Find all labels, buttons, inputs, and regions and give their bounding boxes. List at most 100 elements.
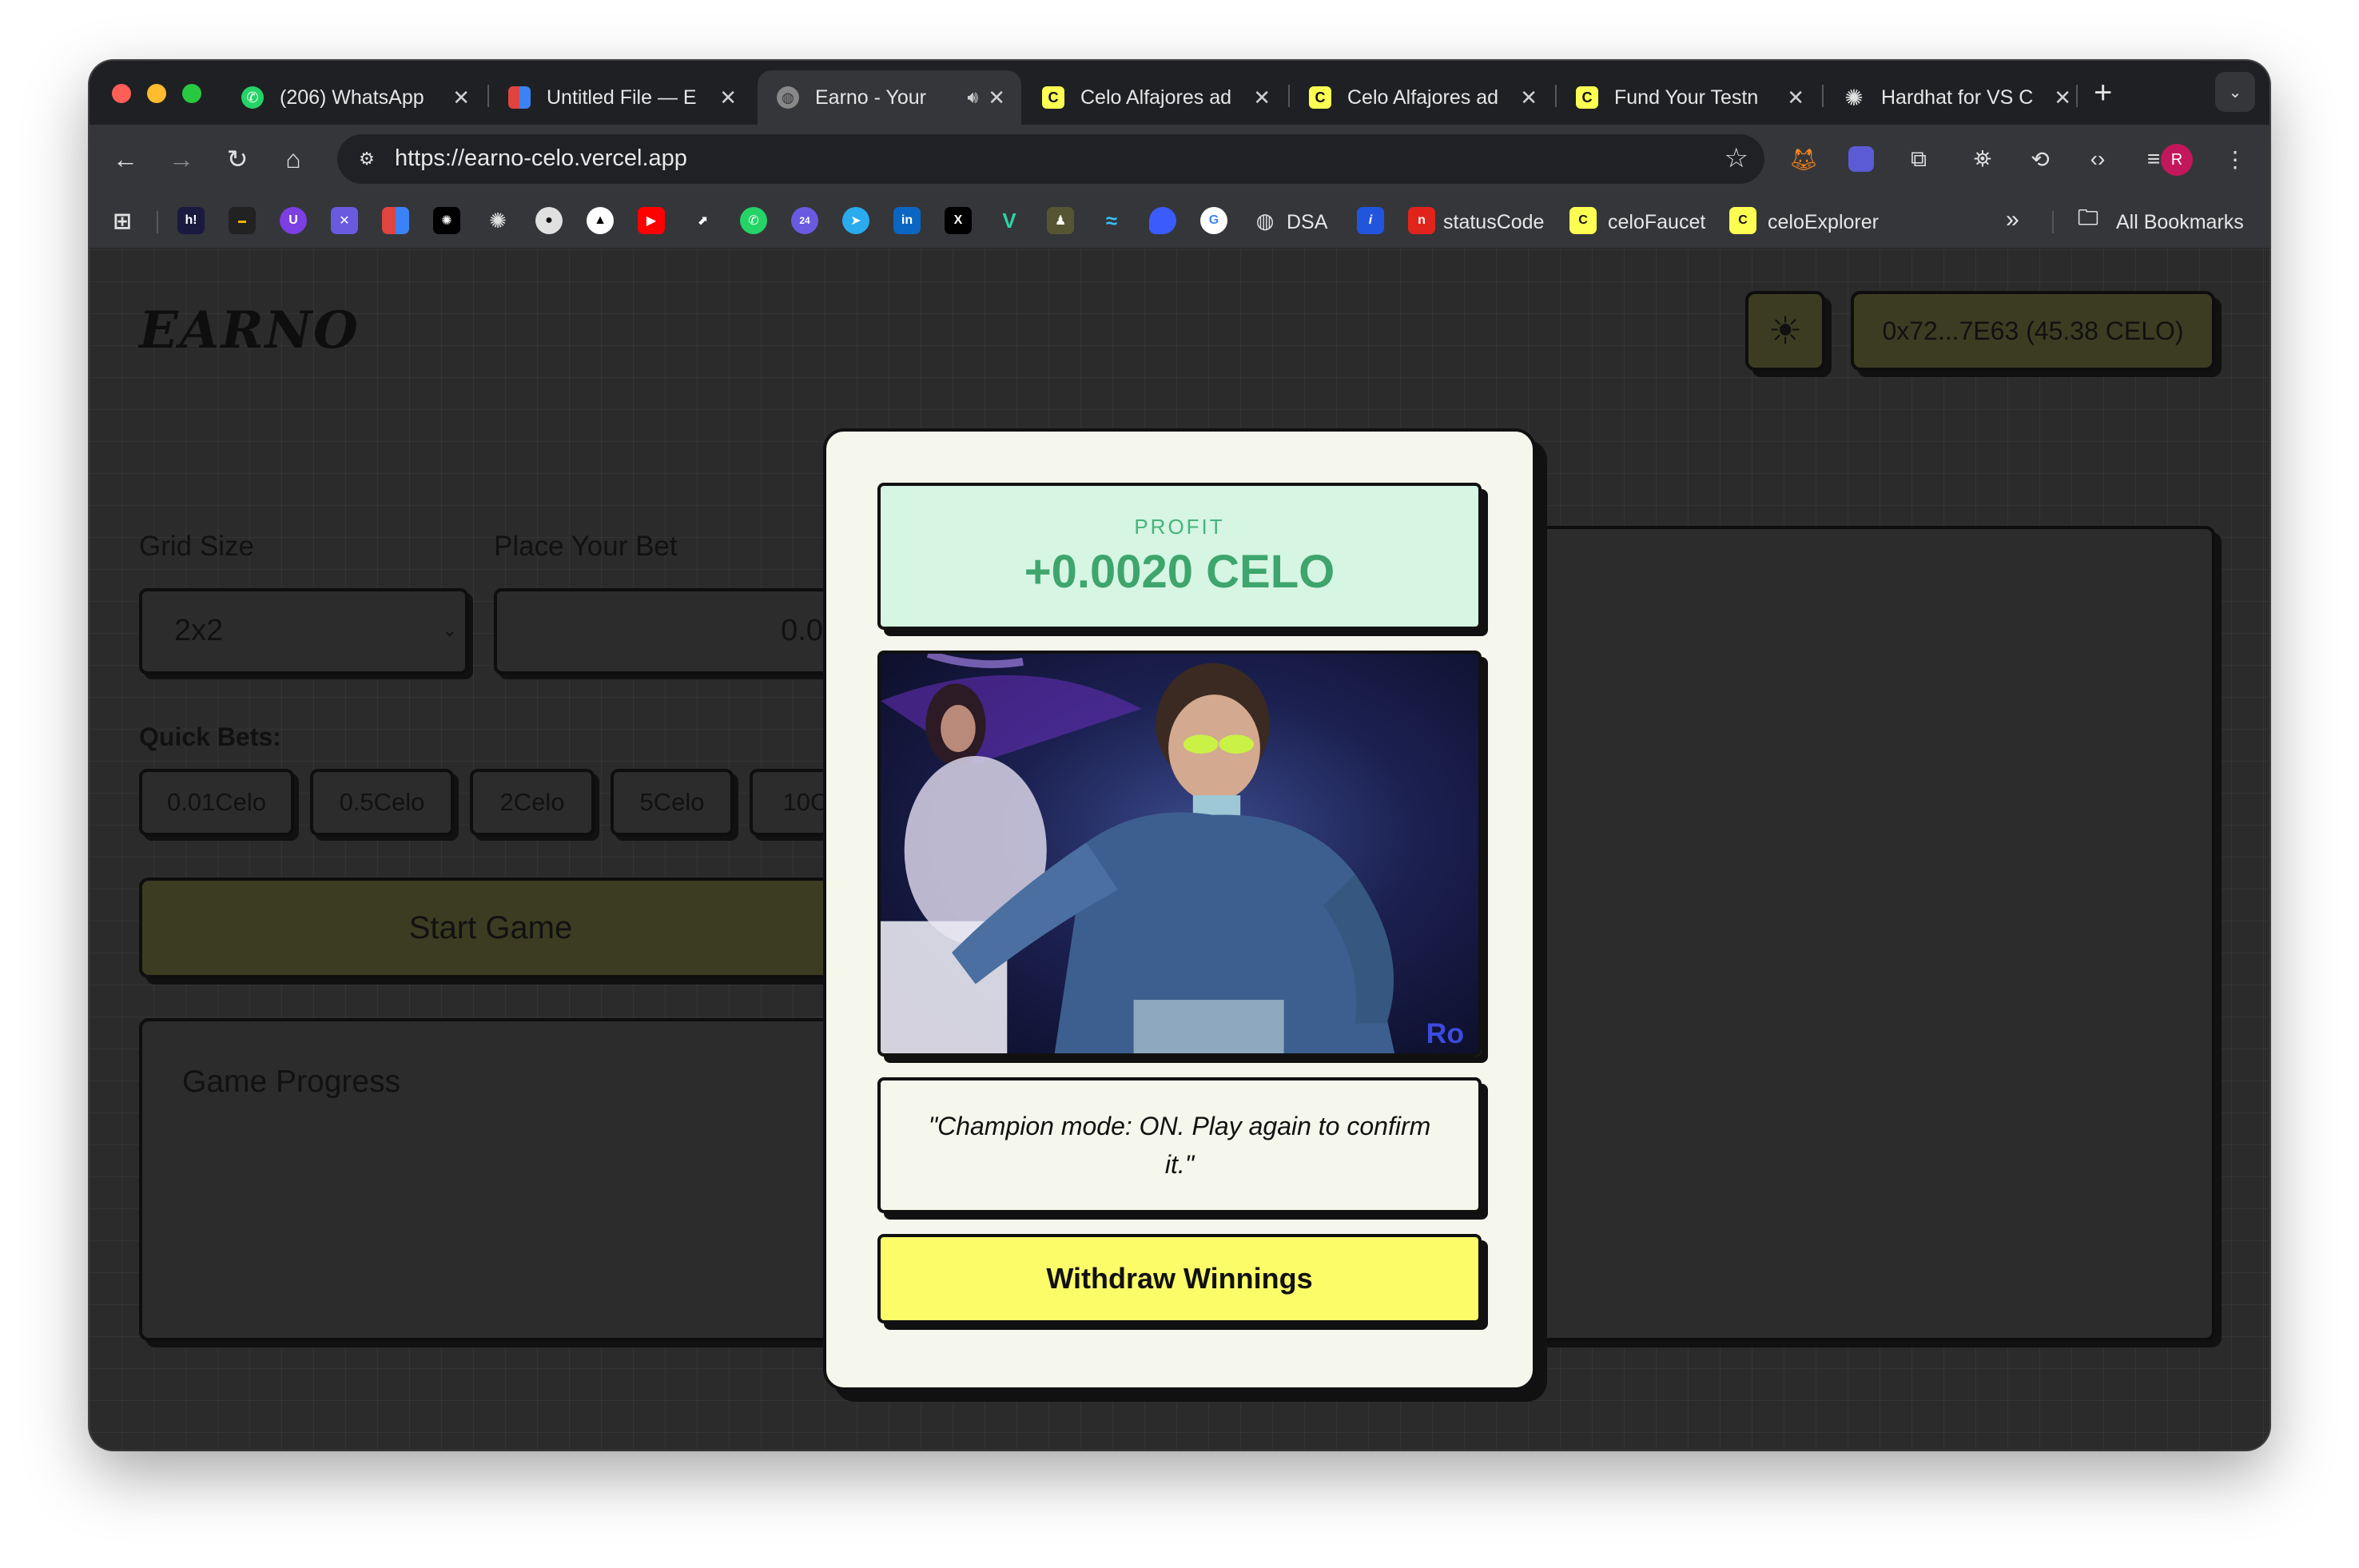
bookmark-star-icon[interactable]: ☆ — [1724, 142, 1748, 174]
withdraw-winnings-button[interactable]: Withdraw Winnings — [877, 1234, 1482, 1323]
puzzle-extensions-icon[interactable]: ⧉ — [1902, 142, 1935, 176]
close-tab-icon[interactable]: ✕ — [1787, 86, 1804, 110]
close-tab-icon[interactable]: ✕ — [2054, 86, 2071, 110]
vue-icon[interactable]: V — [996, 207, 1023, 234]
bookmarks-bar: ⊞ h! ▬ U ✕ ✺ ✺ ● ▲ ▶ ⬈ ✆ 24 ➤ in X V ♟ ≈… — [90, 193, 2269, 249]
close-tab-icon[interactable]: ✕ — [1253, 86, 1271, 110]
bookmark-icon[interactable]: ⬈ — [689, 207, 716, 234]
all-bookmarks[interactable]: All Bookmarks — [2116, 211, 2244, 234]
devtools-icon[interactable]: ‹› — [2081, 142, 2114, 176]
bookmark-icon[interactable]: ✕ — [331, 207, 358, 234]
tab-hardhat[interactable]: ✺ Hardhat for VS C ✕ — [1824, 70, 2087, 125]
bookmark-celo-faucet[interactable]: celoFaucet — [1608, 211, 1705, 234]
start-game-button[interactable]: Start Game — [139, 878, 842, 978]
minimize-window-button[interactable] — [147, 84, 166, 103]
bet-label: Place Your Bet — [494, 531, 678, 562]
bet-input[interactable]: 0.0 — [494, 588, 845, 675]
earno-logo: EARNO — [139, 300, 360, 360]
bookmark-icon[interactable]: ♟ — [1047, 207, 1074, 234]
tab-excalidraw[interactable]: Untitled File — E ✕ — [489, 70, 753, 125]
extension-icon[interactable] — [1844, 142, 1878, 176]
x-icon[interactable]: X — [945, 207, 972, 234]
tab-fund-testnet[interactable]: C Fund Your Testn ✕ — [1557, 70, 1820, 125]
site-info-icon[interactable]: ⚙ — [352, 144, 382, 174]
profit-label: PROFIT — [1134, 515, 1225, 539]
bookmark-icon[interactable]: ▬ — [229, 207, 256, 234]
tab-search-button[interactable]: ⌄ — [2215, 72, 2255, 112]
url-text[interactable]: https://earno-celo.vercel.app — [395, 145, 687, 172]
quick-bet-button[interactable]: 0.01Celo — [139, 769, 294, 836]
chevron-down-icon: ⌄ — [442, 620, 457, 640]
quick-bet-button[interactable]: 5Celo — [611, 769, 734, 836]
bookmark-icon[interactable] — [1149, 207, 1176, 234]
bookmark-icon[interactable]: 24 — [791, 207, 818, 234]
close-window-button[interactable] — [112, 84, 131, 103]
speaker-icon[interactable]: 🔊︎ — [967, 87, 978, 108]
metamask-icon[interactable]: 🦊︎ — [1787, 142, 1820, 176]
celebration-gif-image: Ro — [881, 654, 1464, 1053]
celo-icon[interactable]: C — [1729, 207, 1756, 234]
folder-icon[interactable]: 🗀︎ — [2075, 205, 2102, 234]
bookmark-celo-explorer[interactable]: celoExplorer — [1768, 211, 1879, 234]
maximize-window-button[interactable] — [182, 84, 201, 103]
celo-icon[interactable]: C — [1569, 207, 1597, 234]
close-tab-icon[interactable]: ✕ — [719, 86, 737, 110]
tab-celo-alfajores-1[interactable]: C Celo Alfajores ad ✕ — [1023, 70, 1287, 125]
tab-title: Hardhat for VS C — [1881, 86, 2034, 109]
tailwind-icon[interactable]: ≈ — [1098, 207, 1125, 234]
hashnode-icon[interactable]: h! — [177, 207, 205, 234]
incognito-icon[interactable]: ⛯ — [1966, 142, 1999, 176]
tab-title: Earno - Your — [815, 86, 926, 109]
reload-button[interactable]: ↻ — [219, 141, 256, 177]
bookmark-icon[interactable]: U — [280, 207, 307, 234]
whatsapp-icon[interactable]: ✆ — [740, 207, 767, 234]
kebab-menu-icon[interactable]: ⋮ — [2218, 142, 2252, 176]
vercel-icon[interactable]: ▲ — [587, 207, 614, 234]
tab-title: Celo Alfajores ad — [1347, 86, 1499, 109]
tab-celo-alfajores-2[interactable]: C Celo Alfajores ad ✕ — [1290, 70, 1553, 125]
home-button[interactable]: ⌂ — [275, 141, 312, 177]
bookmark-separator — [2052, 211, 2054, 233]
sun-icon: ☀ — [1768, 310, 1803, 352]
celebration-gif: Ro — [877, 651, 1482, 1057]
bookmark-icon[interactable]: ✺ — [433, 207, 460, 234]
google-icon[interactable]: G — [1200, 207, 1227, 234]
address-bar[interactable]: ⚙ https://earno-celo.vercel.app ☆ — [337, 134, 1764, 184]
back-button[interactable]: ← — [107, 141, 144, 177]
tab-earno[interactable]: ◍ Earno - Your 🔊︎ ✕ — [758, 70, 1021, 125]
new-tab-button[interactable]: + — [2094, 75, 2112, 111]
forward-button[interactable]: → — [163, 141, 200, 177]
close-tab-icon[interactable]: ✕ — [1520, 86, 1538, 110]
apps-grid-icon[interactable]: ⊞ — [109, 207, 136, 234]
tab-title: Fund Your Testn — [1614, 86, 1759, 109]
result-modal: PROFIT +0.0020 CELO Ro "Champion mode: O… — [823, 428, 1536, 1391]
bookmark-dsa[interactable]: DSA — [1287, 211, 1327, 234]
bet-value: 0.0 — [781, 614, 823, 647]
openai-icon[interactable]: ✺ — [484, 207, 511, 234]
close-tab-icon[interactable]: ✕ — [988, 86, 1005, 110]
quote-text: "Champion mode: ON. Play again to confir… — [928, 1112, 1431, 1179]
quick-bet-button[interactable]: 0.5Celo — [310, 769, 454, 836]
info-icon[interactable]: i — [1357, 207, 1384, 234]
browser-toolbar: ← → ↻ ⌂ ⚙ https://earno-celo.vercel.app … — [90, 125, 2269, 193]
wallet-button[interactable]: 0x72...7E63 (45.38 CELO) — [1851, 291, 2215, 371]
quick-bet-button[interactable]: 2Celo — [470, 769, 595, 836]
tab-whatsapp[interactable]: ✆ (206) WhatsApp ✕ — [222, 70, 486, 125]
excalidraw-icon — [508, 86, 531, 109]
telegram-icon[interactable]: ➤ — [842, 207, 869, 234]
grid-size-select[interactable]: 2x2 ⌄ — [139, 588, 468, 675]
profile-avatar[interactable]: R — [2161, 144, 2193, 176]
bookmark-icon[interactable]: n — [1408, 207, 1435, 234]
history-icon[interactable]: ⟲ — [2023, 142, 2057, 176]
bookmarks-overflow-icon[interactable]: » — [2006, 206, 2019, 233]
excalidraw-icon[interactable] — [382, 207, 409, 234]
youtube-icon[interactable]: ▶ — [638, 207, 665, 234]
quote-card: "Champion mode: ON. Play again to confir… — [877, 1077, 1482, 1213]
linkedin-icon[interactable]: in — [893, 207, 921, 234]
close-tab-icon[interactable]: ✕ — [452, 86, 470, 110]
theme-toggle-button[interactable]: ☀ — [1745, 291, 1825, 371]
bookmark-status-code[interactable]: statusCode — [1443, 211, 1544, 234]
tab-separator — [2076, 85, 2078, 107]
globe-icon[interactable]: ◍ — [1251, 207, 1279, 234]
github-icon[interactable]: ● — [535, 207, 563, 234]
